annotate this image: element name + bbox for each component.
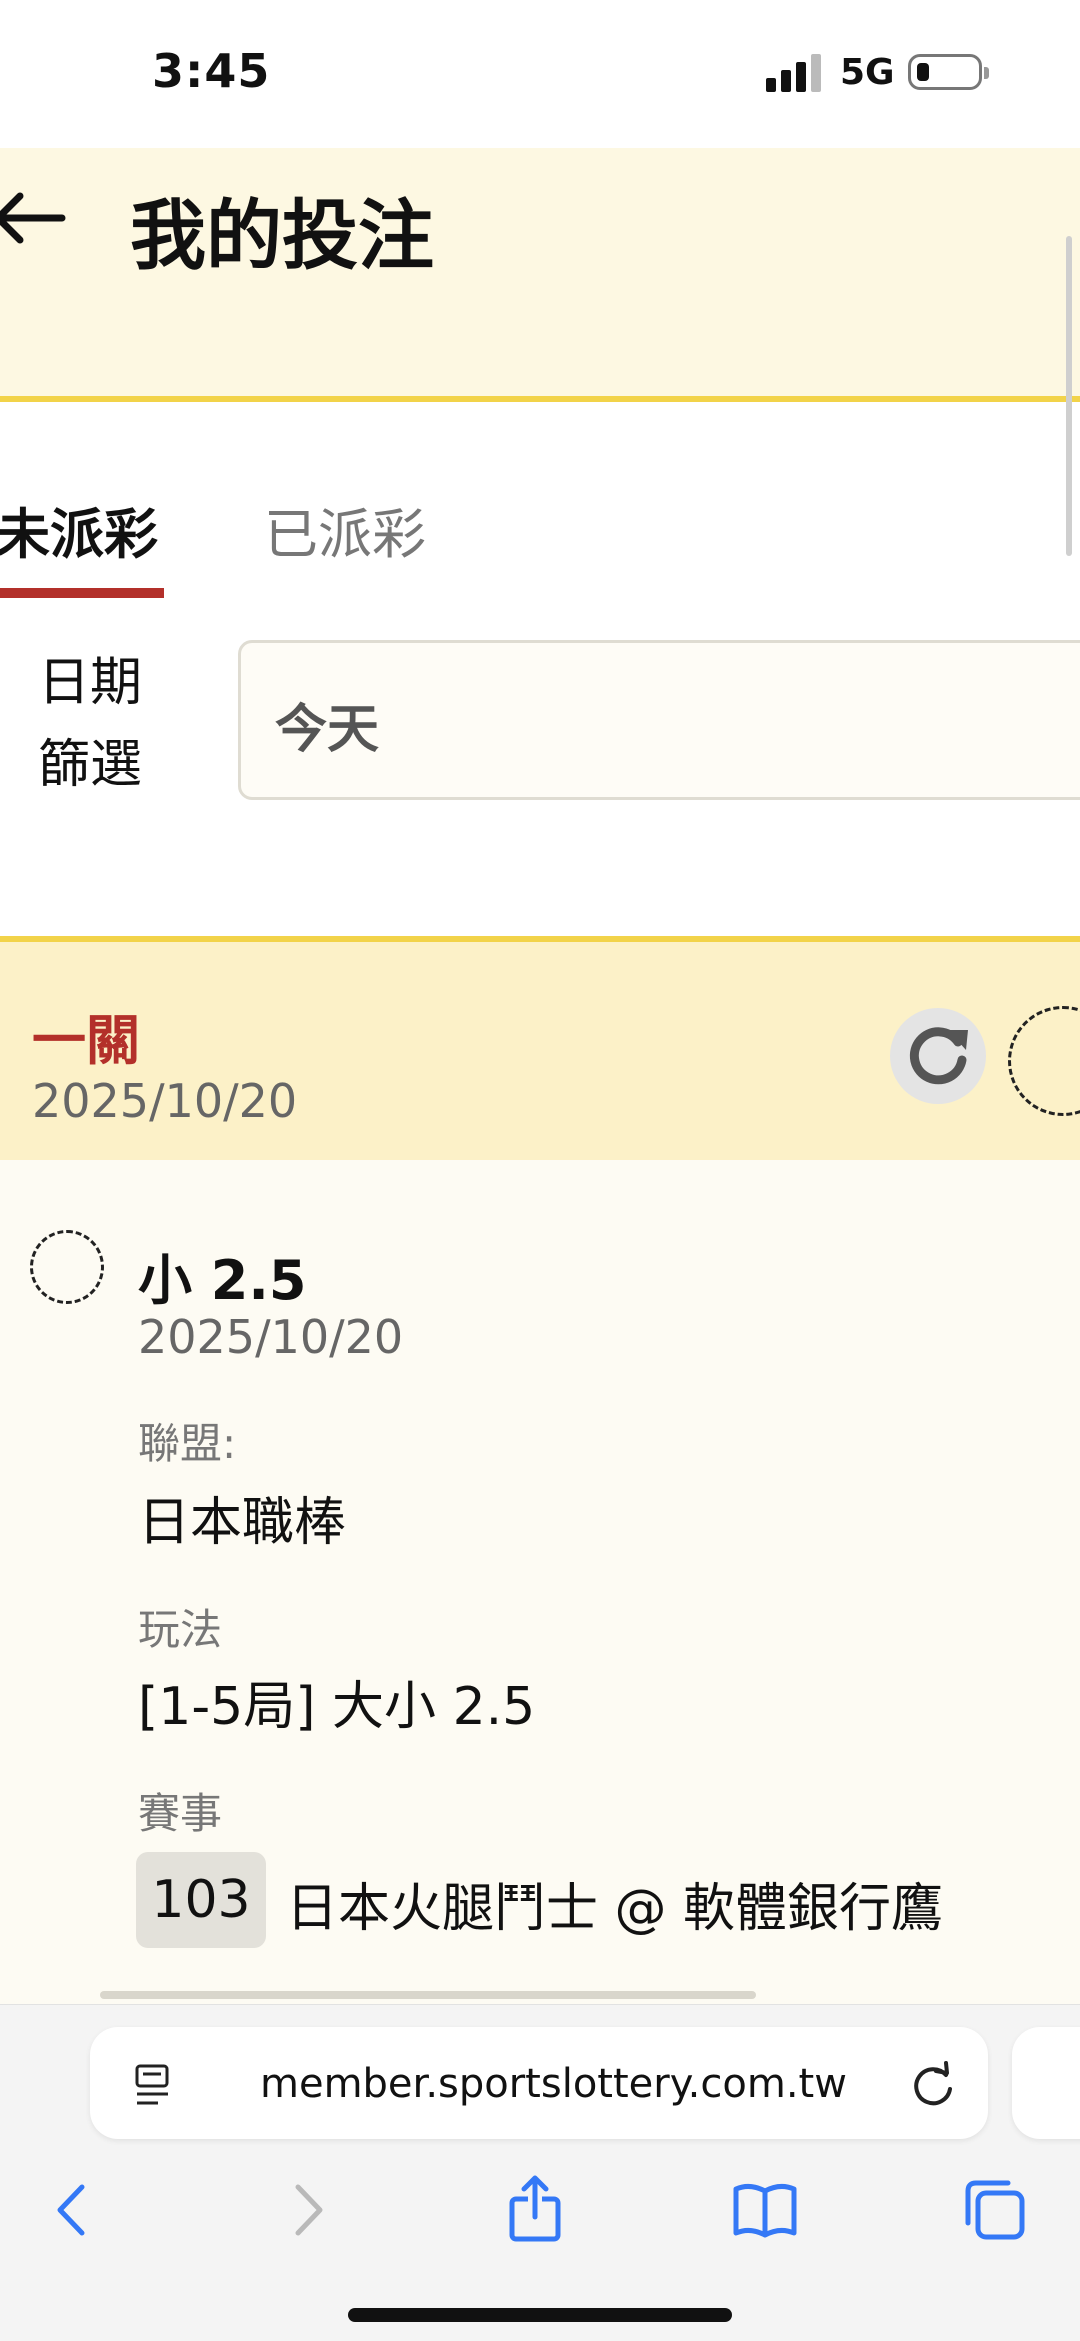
date-filter-label-line2: 篩選 bbox=[38, 735, 143, 795]
selection-date: 2025/10/20 bbox=[138, 1310, 404, 1364]
bet-card-body: 小 2.5 2025/10/20 聯盟: 日本職棒 玩法 [1-5局] 大小 2… bbox=[0, 1160, 1080, 2010]
date-filter-value: 今天 bbox=[275, 700, 380, 760]
bookmarks-icon[interactable] bbox=[728, 2173, 802, 2247]
home-indicator[interactable] bbox=[348, 2308, 732, 2322]
selection-checkbox[interactable] bbox=[30, 1230, 104, 1304]
app-header: 我的投注 bbox=[0, 148, 1080, 402]
status-bar: 3:45 5G bbox=[0, 0, 1080, 148]
back-icon[interactable] bbox=[36, 2173, 110, 2247]
bet-date: 2025/10/20 bbox=[32, 1074, 298, 1128]
event-name: 日本火腿鬥士 @ 軟體銀行鷹 bbox=[286, 1879, 944, 1939]
play-label: 玩法 bbox=[138, 1605, 223, 1654]
share-icon[interactable] bbox=[498, 2173, 572, 2247]
forward-icon[interactable] bbox=[270, 2173, 344, 2247]
battery-icon bbox=[908, 54, 989, 90]
event-number-badge: 103 bbox=[136, 1852, 266, 1948]
event-label: 賽事 bbox=[138, 1789, 223, 1838]
page-title: 我的投注 bbox=[130, 191, 434, 280]
page-scrollbar[interactable] bbox=[1066, 236, 1072, 556]
network-label: 5G bbox=[840, 52, 895, 93]
url-text: member.sportslottery.com.tw bbox=[260, 2061, 847, 2107]
active-tab-indicator bbox=[0, 588, 164, 598]
bet-type: 一關 bbox=[32, 1009, 140, 1072]
tab-settled[interactable]: 已派彩 bbox=[264, 490, 426, 569]
date-filter-select[interactable]: 今天 bbox=[238, 640, 1080, 800]
tabs-icon[interactable] bbox=[958, 2173, 1032, 2247]
next-tab-preview[interactable] bbox=[1012, 2027, 1080, 2139]
bet-selection: 小 2.5 bbox=[138, 1249, 307, 1312]
play-value: [1-5局] 大小 2.5 bbox=[138, 1677, 536, 1737]
refresh-icon bbox=[909, 1027, 968, 1085]
reload-icon[interactable] bbox=[910, 2061, 956, 2107]
reader-icon[interactable] bbox=[134, 2063, 172, 2107]
tab-unsettled[interactable]: 未派彩 bbox=[0, 490, 158, 569]
signal-icon bbox=[766, 52, 824, 92]
page: 3:45 5G 我的投注 未派彩 已派彩 日期 篩選 今天 一關 2025/10… bbox=[0, 0, 1080, 2341]
bet-select-circle[interactable] bbox=[1008, 1006, 1080, 1116]
horizontal-scrollbar[interactable] bbox=[100, 1991, 756, 1999]
league-value: 日本職棒 bbox=[138, 1493, 347, 1553]
bet-card-header: 一關 2025/10/20 bbox=[0, 936, 1080, 1160]
league-label: 聯盟: bbox=[138, 1419, 237, 1468]
address-bar[interactable]: member.sportslottery.com.tw bbox=[90, 2027, 988, 2139]
browser-toolbar: member.sportslottery.com.tw bbox=[0, 1991, 1080, 2341]
date-filter-label-line1: 日期 bbox=[38, 653, 143, 713]
status-time: 3:45 bbox=[152, 44, 271, 98]
date-filter-label: 日期 篩選 bbox=[38, 642, 142, 806]
refresh-button[interactable] bbox=[890, 1008, 986, 1104]
back-arrow-icon[interactable] bbox=[0, 188, 68, 248]
